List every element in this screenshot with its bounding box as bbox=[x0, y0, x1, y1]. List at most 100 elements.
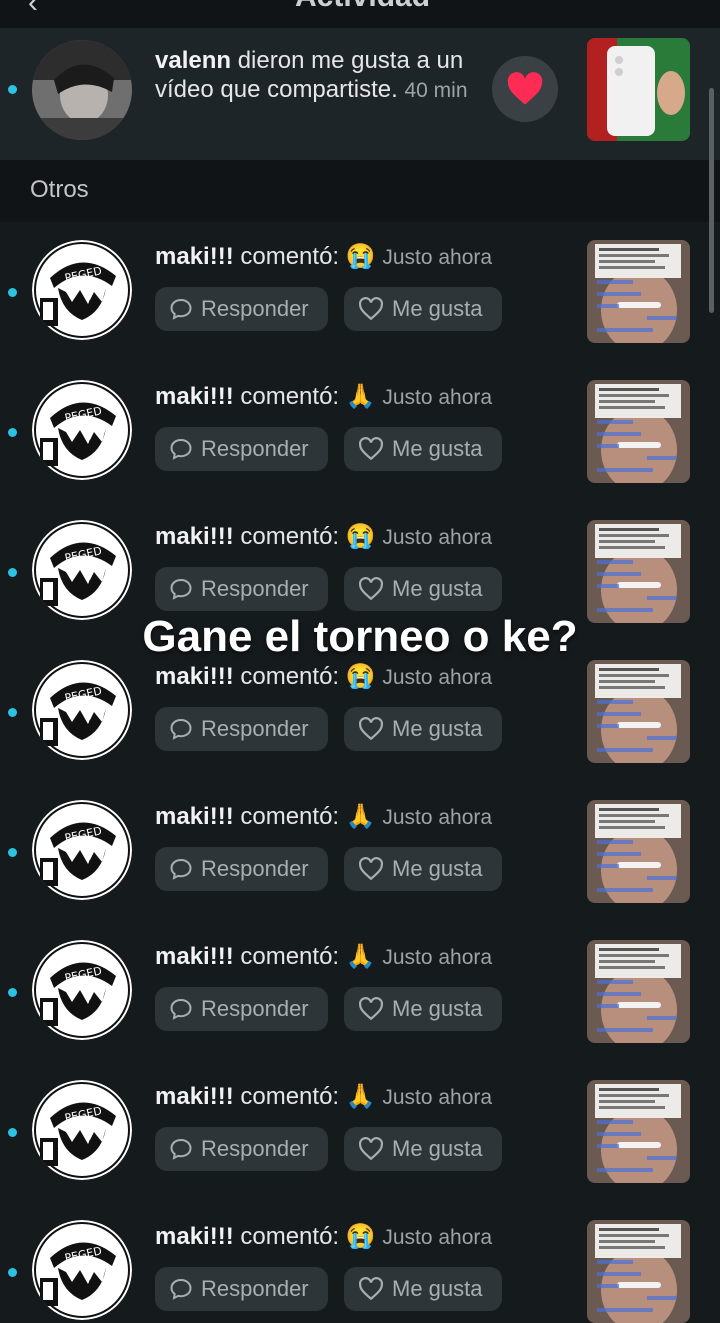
avatar[interactable]: PEGED bbox=[32, 380, 132, 480]
comment-notification-text: maki!!! comentó: 😭 Justo ahora bbox=[155, 1222, 492, 1252]
like-comment-button[interactable]: Me gusta bbox=[344, 847, 502, 891]
like-notification-row[interactable]: valenn dieron me gusta a un vídeo que co… bbox=[0, 28, 720, 160]
like-button-label: Me gusta bbox=[392, 716, 483, 741]
like-comment-button[interactable]: Me gusta bbox=[344, 1267, 502, 1311]
page-title: Actividad bbox=[295, 0, 430, 14]
comment-verb: comentó: bbox=[240, 1223, 340, 1250]
reply-button[interactable]: Responder bbox=[155, 567, 328, 611]
like-comment-button[interactable]: Me gusta bbox=[344, 287, 502, 331]
video-thumbnail[interactable] bbox=[587, 660, 690, 763]
chat-bubble-icon bbox=[170, 858, 192, 880]
like-comment-button[interactable]: Me gusta bbox=[344, 1127, 502, 1171]
username[interactable]: maki!!! bbox=[155, 803, 234, 830]
video-thumbnail[interactable] bbox=[587, 520, 690, 623]
chat-bubble-icon bbox=[170, 718, 192, 740]
comment-verb: comentó: bbox=[240, 803, 340, 830]
avatar[interactable] bbox=[32, 40, 132, 140]
comment-emoji: 😭 bbox=[345, 243, 376, 270]
heart-outline-icon bbox=[359, 1137, 383, 1161]
username[interactable]: maki!!! bbox=[155, 383, 234, 410]
video-thumbnail[interactable] bbox=[587, 38, 690, 141]
heart-outline-icon bbox=[359, 577, 383, 601]
comment-verb: comentó: bbox=[240, 1083, 340, 1110]
like-back-button[interactable] bbox=[492, 56, 558, 122]
video-caption-overlay: Gane el torneo o ke? bbox=[142, 612, 578, 661]
comment-verb: comentó: bbox=[240, 523, 340, 550]
avatar[interactable]: PEGED bbox=[32, 520, 132, 620]
avatar[interactable]: PEGED bbox=[32, 800, 132, 900]
unread-dot bbox=[8, 568, 17, 577]
section-header-otros: Otros bbox=[0, 160, 720, 222]
username[interactable]: maki!!! bbox=[155, 1223, 234, 1250]
heart-outline-icon bbox=[359, 997, 383, 1021]
comment-notification-text: maki!!! comentó: 🙏 Justo ahora bbox=[155, 942, 492, 972]
timestamp: Justo ahora bbox=[382, 1086, 493, 1109]
username[interactable]: maki!!! bbox=[155, 243, 234, 270]
reply-button-label: Responder bbox=[201, 1136, 309, 1161]
avatar[interactable]: PEGED bbox=[32, 240, 132, 340]
like-comment-button[interactable]: Me gusta bbox=[344, 987, 502, 1031]
heart-outline-icon bbox=[359, 857, 383, 881]
chat-bubble-icon bbox=[170, 578, 192, 600]
reply-button[interactable]: Responder bbox=[155, 427, 328, 471]
comment-notification-text: maki!!! comentó: 😭 Justo ahora bbox=[155, 522, 492, 552]
timestamp: Justo ahora bbox=[382, 666, 493, 689]
reply-button[interactable]: Responder bbox=[155, 707, 328, 751]
avatar[interactable]: PEGED bbox=[32, 1080, 132, 1180]
timestamp: Justo ahora bbox=[382, 1226, 493, 1249]
username[interactable]: maki!!! bbox=[155, 1083, 234, 1110]
comment-verb: comentó: bbox=[240, 663, 340, 690]
like-button-label: Me gusta bbox=[392, 296, 483, 321]
avatar[interactable]: PEGED bbox=[32, 1220, 132, 1320]
unread-dot bbox=[8, 1128, 17, 1137]
timestamp: Justo ahora bbox=[382, 246, 493, 269]
chat-bubble-icon bbox=[170, 298, 192, 320]
reply-button-label: Responder bbox=[201, 436, 309, 461]
back-chevron-icon[interactable]: ‹ bbox=[28, 0, 38, 20]
heart-outline-icon bbox=[359, 1277, 383, 1301]
username[interactable]: maki!!! bbox=[155, 943, 234, 970]
comment-emoji: 🙏 bbox=[345, 943, 376, 970]
avatar[interactable]: PEGED bbox=[32, 940, 132, 1040]
like-button-label: Me gusta bbox=[392, 436, 483, 461]
video-thumbnail[interactable] bbox=[587, 380, 690, 483]
reply-button-label: Responder bbox=[201, 996, 309, 1021]
comment-notification-text: maki!!! comentó: 🙏 Justo ahora bbox=[155, 1082, 492, 1112]
video-thumbnail[interactable] bbox=[587, 940, 690, 1043]
heart-icon bbox=[507, 72, 543, 105]
unread-dot bbox=[8, 708, 17, 717]
like-comment-button[interactable]: Me gusta bbox=[344, 567, 502, 611]
like-comment-button[interactable]: Me gusta bbox=[344, 427, 502, 471]
reply-button-label: Responder bbox=[201, 576, 309, 601]
video-thumbnail[interactable] bbox=[587, 240, 690, 343]
like-comment-button[interactable]: Me gusta bbox=[344, 707, 502, 751]
unread-dot bbox=[8, 988, 17, 997]
section-label: Otros bbox=[30, 176, 89, 203]
timestamp: Justo ahora bbox=[382, 386, 493, 409]
username[interactable]: valenn bbox=[155, 47, 231, 74]
unread-dot bbox=[8, 428, 17, 437]
username[interactable]: maki!!! bbox=[155, 663, 234, 690]
reply-button-label: Responder bbox=[201, 296, 309, 321]
chat-bubble-icon bbox=[170, 1138, 192, 1160]
reply-button[interactable]: Responder bbox=[155, 1267, 328, 1311]
comment-verb: comentó: bbox=[240, 243, 340, 270]
like-button-label: Me gusta bbox=[392, 576, 483, 601]
comment-emoji: 😭 bbox=[345, 523, 376, 550]
reply-button[interactable]: Responder bbox=[155, 987, 328, 1031]
video-thumbnail[interactable] bbox=[587, 800, 690, 903]
avatar[interactable]: PEGED bbox=[32, 660, 132, 760]
video-thumbnail[interactable] bbox=[587, 1080, 690, 1183]
unread-dot bbox=[8, 288, 17, 297]
scrollbar[interactable] bbox=[709, 88, 714, 313]
username[interactable]: maki!!! bbox=[155, 523, 234, 550]
timestamp: Justo ahora bbox=[382, 806, 493, 829]
video-thumbnail[interactable] bbox=[587, 1220, 690, 1323]
reply-button[interactable]: Responder bbox=[155, 287, 328, 331]
reply-button[interactable]: Responder bbox=[155, 1127, 328, 1171]
timestamp: Justo ahora bbox=[382, 946, 493, 969]
chat-bubble-icon bbox=[170, 998, 192, 1020]
reply-button[interactable]: Responder bbox=[155, 847, 328, 891]
comment-notification-text: maki!!! comentó: 🙏 Justo ahora bbox=[155, 382, 492, 412]
top-bar: ‹ Actividad bbox=[0, 0, 720, 28]
